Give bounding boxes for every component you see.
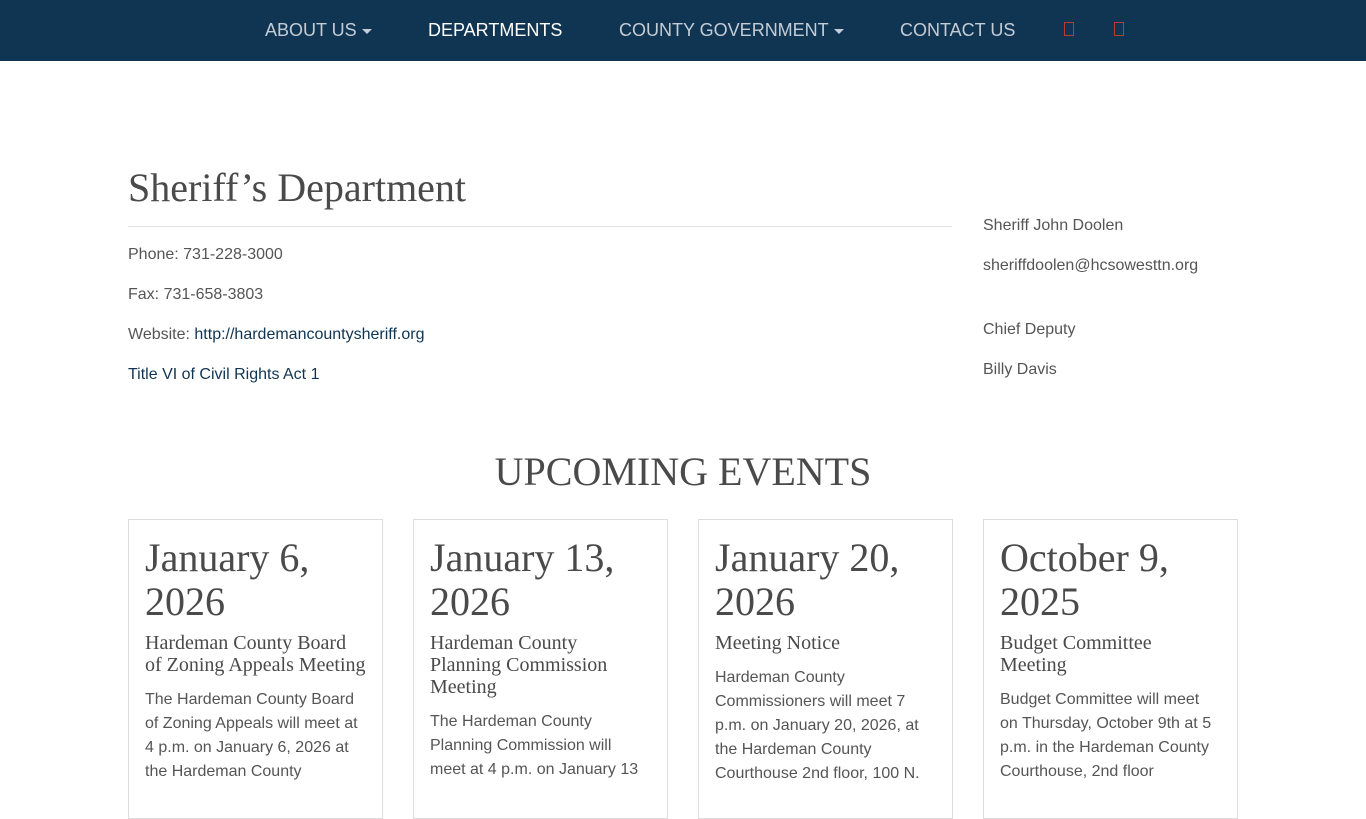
event-description: The Hardeman County Planning Commission … [430, 713, 639, 778]
top-navbar: ABOUT US DEPARTMENTS COUNTY GOVERNMENT C… [0, 0, 1366, 61]
nav-contact-us-label: CONTACT US [900, 20, 1016, 40]
unknown-glyph-icon[interactable] [1064, 22, 1074, 36]
nav-contact-us[interactable]: CONTACT US [900, 0, 1015, 61]
nav-departments-label: DEPARTMENTS [428, 20, 563, 40]
events-heading: UPCOMING EVENTS [494, 449, 872, 494]
website-line: Website: http://hardemancountysheriff.or… [128, 326, 424, 344]
nav-county-government[interactable]: COUNTY GOVERNMENT [619, 0, 844, 61]
nav-county-government-label: COUNTY GOVERNMENT [619, 20, 829, 40]
website-link[interactable]: http://hardemancountysheriff.org [194, 326, 424, 343]
sheriff-name: Sheriff John Doolen [983, 217, 1124, 234]
event-description: The Hardeman County Board of Zoning Appe… [145, 691, 358, 780]
event-date: January 6, 2026 [145, 535, 310, 624]
event-card[interactable]: January 6, 2026 Hardeman County Board of… [128, 519, 383, 819]
sheriff-email: sheriffdoolen@hcsowesttn.org [983, 257, 1199, 274]
caret-down-icon [833, 28, 844, 34]
title-vi-link[interactable]: Title VI of Civil Rights Act 1 [128, 366, 319, 384]
event-date: January 13, 2026 [430, 535, 615, 624]
event-card[interactable]: January 20, 2026 Meeting Notice Hardeman… [698, 519, 953, 819]
website-label: Website: [128, 326, 195, 343]
event-title[interactable]: Hardeman County Board of Zoning Appeals … [145, 632, 366, 676]
nav-departments[interactable]: DEPARTMENTS [428, 0, 562, 61]
page-title: Sheriff’s Department [128, 165, 467, 210]
chief-deputy-name: Billy Davis [983, 361, 1057, 378]
event-date: October 9, 2025 [1000, 535, 1169, 624]
event-title[interactable]: Meeting Notice [715, 632, 936, 654]
fax-text: Fax: 731-658-3803 [128, 286, 264, 303]
nav-about-us[interactable]: ABOUT US [265, 0, 372, 61]
unknown-glyph-icon[interactable] [1114, 22, 1124, 36]
event-title[interactable]: Budget Committee Meeting [1000, 632, 1221, 676]
event-date: January 20, 2026 [715, 535, 900, 624]
event-title[interactable]: Hardeman County Planning Commission Meet… [430, 632, 651, 698]
event-description: Hardeman County Commissioners will meet … [715, 669, 920, 782]
chief-deputy-title: Chief Deputy [983, 321, 1076, 338]
title-divider [128, 226, 952, 227]
event-card[interactable]: January 13, 2026 Hardeman County Plannin… [413, 519, 668, 819]
event-description: Budget Committee will meet on Thursday, … [1000, 691, 1212, 780]
caret-down-icon [361, 28, 372, 34]
nav-about-us-label: ABOUT US [265, 20, 357, 40]
phone-text: Phone: 731-228-3000 [128, 246, 283, 263]
event-card[interactable]: October 9, 2025 Budget Committee Meeting… [983, 519, 1238, 819]
